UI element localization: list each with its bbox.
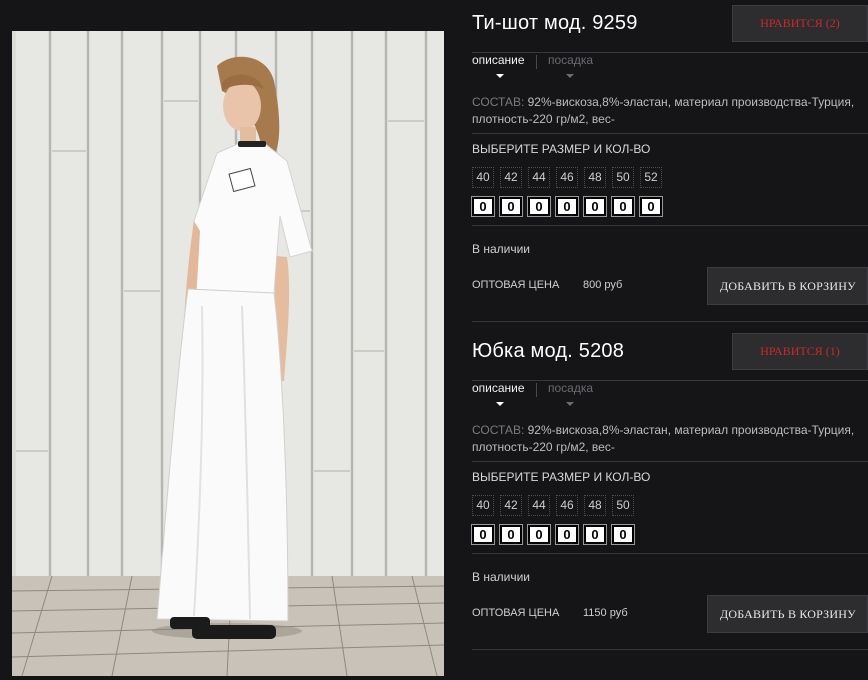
- price-label: ОПТОВАЯ ЦЕНА: [472, 607, 560, 619]
- like-count: (2): [825, 16, 840, 30]
- price-value: 800 руб: [583, 279, 623, 291]
- add-to-cart-button[interactable]: ДОБАВИТЬ В КОРЗИНУ: [707, 595, 868, 633]
- like-button[interactable]: НРАВИТСЯ (1): [732, 333, 868, 370]
- size-option[interactable]: 44: [528, 495, 550, 516]
- product-photo: [12, 31, 444, 676]
- divider: [472, 553, 868, 554]
- like-label: НРАВИТСЯ: [760, 344, 823, 358]
- like-label: НРАВИТСЯ: [760, 16, 823, 30]
- quantity-input[interactable]: 0: [583, 524, 607, 545]
- quantity-list: 0 0 0 0 0 0: [471, 524, 640, 545]
- like-button[interactable]: НРАВИТСЯ (2): [732, 5, 868, 42]
- size-list: 40 42 44 46 48 50: [472, 495, 640, 516]
- caret-down-icon: [496, 402, 504, 406]
- composition-label: СОСТАВ:: [472, 423, 525, 437]
- size-option[interactable]: 40: [472, 167, 494, 188]
- size-option[interactable]: 44: [528, 167, 550, 188]
- quantity-input[interactable]: 0: [639, 196, 663, 217]
- quantity-input[interactable]: 0: [583, 196, 607, 217]
- caret-down-icon: [496, 74, 504, 78]
- size-option[interactable]: 46: [556, 495, 578, 516]
- quantity-input[interactable]: 0: [611, 196, 635, 217]
- quantity-input[interactable]: 0: [611, 524, 635, 545]
- composition-label: СОСТАВ:: [472, 95, 525, 109]
- divider: [472, 321, 868, 322]
- size-option[interactable]: 50: [612, 167, 634, 188]
- divider: [472, 380, 868, 381]
- size-option[interactable]: 48: [584, 495, 606, 516]
- quantity-input[interactable]: 0: [499, 524, 523, 545]
- size-option[interactable]: 48: [584, 167, 606, 188]
- size-option[interactable]: 40: [472, 495, 494, 516]
- composition-value: 92%-вискоза,8%-эластан, материал произво…: [472, 423, 855, 454]
- divider: [472, 133, 868, 134]
- quantity-list: 0 0 0 0 0 0 0: [471, 196, 668, 217]
- caret-down-icon: [566, 74, 574, 78]
- size-select-title: ВЫБЕРИТЕ РАЗМЕР И КОЛ-ВО: [472, 142, 651, 156]
- tab-description[interactable]: описание: [472, 381, 525, 395]
- divider: [472, 225, 868, 226]
- quantity-input[interactable]: 0: [555, 196, 579, 217]
- size-list: 40 42 44 46 48 50 52: [472, 167, 668, 188]
- quantity-input[interactable]: 0: [471, 196, 495, 217]
- add-to-cart-button[interactable]: ДОБАВИТЬ В КОРЗИНУ: [707, 267, 868, 305]
- quantity-input[interactable]: 0: [527, 196, 551, 217]
- quantity-input[interactable]: 0: [527, 524, 551, 545]
- caret-down-icon: [566, 402, 574, 406]
- size-select-title: ВЫБЕРИТЕ РАЗМЕР И КОЛ-ВО: [472, 470, 651, 484]
- tab-fit[interactable]: посадка: [548, 53, 593, 67]
- price-label: ОПТОВАЯ ЦЕНА: [472, 279, 560, 291]
- quantity-input[interactable]: 0: [471, 524, 495, 545]
- price-value: 1150 руб: [583, 607, 628, 619]
- stock-status: В наличии: [472, 242, 531, 256]
- size-option[interactable]: 52: [640, 167, 662, 188]
- divider: [472, 649, 868, 650]
- product-title: Ти-шот мод. 9259: [472, 12, 638, 34]
- size-option[interactable]: 50: [612, 495, 634, 516]
- size-option[interactable]: 46: [556, 167, 578, 188]
- size-option[interactable]: 42: [500, 167, 522, 188]
- product-title: Юбка мод. 5208: [472, 340, 625, 362]
- composition-text: СОСТАВ: 92%-вискоза,8%-эластан, материал…: [472, 94, 868, 128]
- tab-divider: [536, 55, 537, 69]
- tab-fit[interactable]: посадка: [548, 381, 593, 395]
- quantity-input[interactable]: 0: [499, 196, 523, 217]
- tab-divider: [536, 383, 537, 397]
- quantity-input[interactable]: 0: [555, 524, 579, 545]
- composition-value: 92%-вискоза,8%-эластан, материал произво…: [472, 95, 855, 126]
- stock-status: В наличии: [472, 570, 531, 584]
- size-option[interactable]: 42: [500, 495, 522, 516]
- divider: [472, 461, 868, 462]
- model-photo-illustration: [12, 31, 444, 676]
- like-count: (1): [825, 344, 840, 358]
- composition-text: СОСТАВ: 92%-вискоза,8%-эластан, материал…: [472, 422, 868, 456]
- divider: [472, 52, 868, 53]
- tab-description[interactable]: описание: [472, 53, 525, 67]
